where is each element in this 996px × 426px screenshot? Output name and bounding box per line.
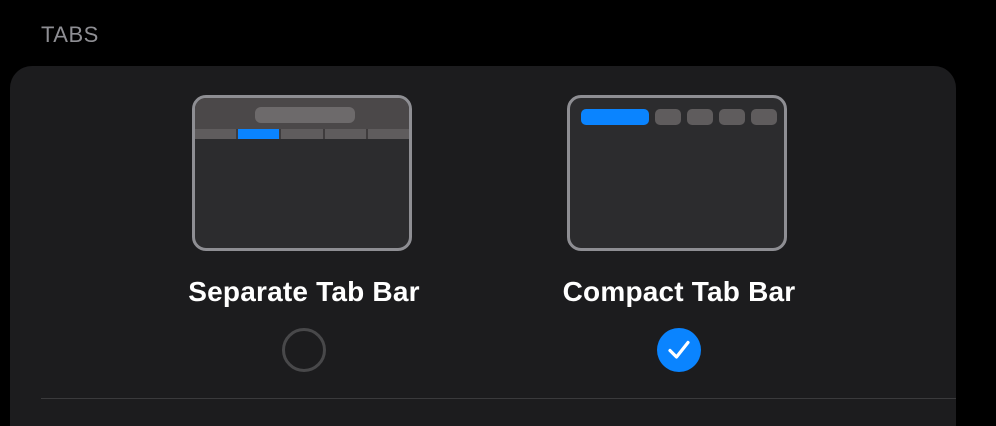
row-divider — [41, 398, 956, 399]
section-header-tabs: TABS — [41, 22, 99, 47]
checkmark-icon — [668, 340, 690, 359]
preview-tab — [719, 109, 745, 125]
separate-tab-bar-preview-icon[interactable] — [192, 95, 412, 251]
separate-tab-bar-radio[interactable] — [282, 328, 326, 372]
tab-layout-settings-card: Separate Tab Bar Compact Tab Bar — [10, 66, 956, 426]
preview-tab — [367, 129, 409, 139]
preview-tab-active — [581, 109, 649, 125]
preview-tab — [751, 109, 777, 125]
preview-toolbar — [195, 98, 409, 129]
compact-tab-bar-option[interactable]: Compact Tab Bar — [529, 66, 829, 396]
separate-tab-bar-label[interactable]: Separate Tab Bar — [154, 276, 454, 308]
compact-tab-bar-label[interactable]: Compact Tab Bar — [529, 276, 829, 308]
compact-tab-bar-preview-icon[interactable] — [567, 95, 787, 251]
compact-tab-bar-radio-checked[interactable] — [657, 328, 701, 372]
preview-tab-active — [238, 129, 282, 139]
preview-tab — [195, 129, 239, 139]
separate-tab-bar-option[interactable]: Separate Tab Bar — [154, 66, 454, 396]
preview-tab-strip — [195, 129, 409, 139]
preview-tab — [655, 109, 681, 125]
preview-tab — [324, 129, 368, 139]
preview-tab — [281, 129, 325, 139]
preview-compact-tab-row — [581, 109, 777, 125]
preview-address-bar — [255, 107, 355, 123]
preview-tab — [687, 109, 713, 125]
